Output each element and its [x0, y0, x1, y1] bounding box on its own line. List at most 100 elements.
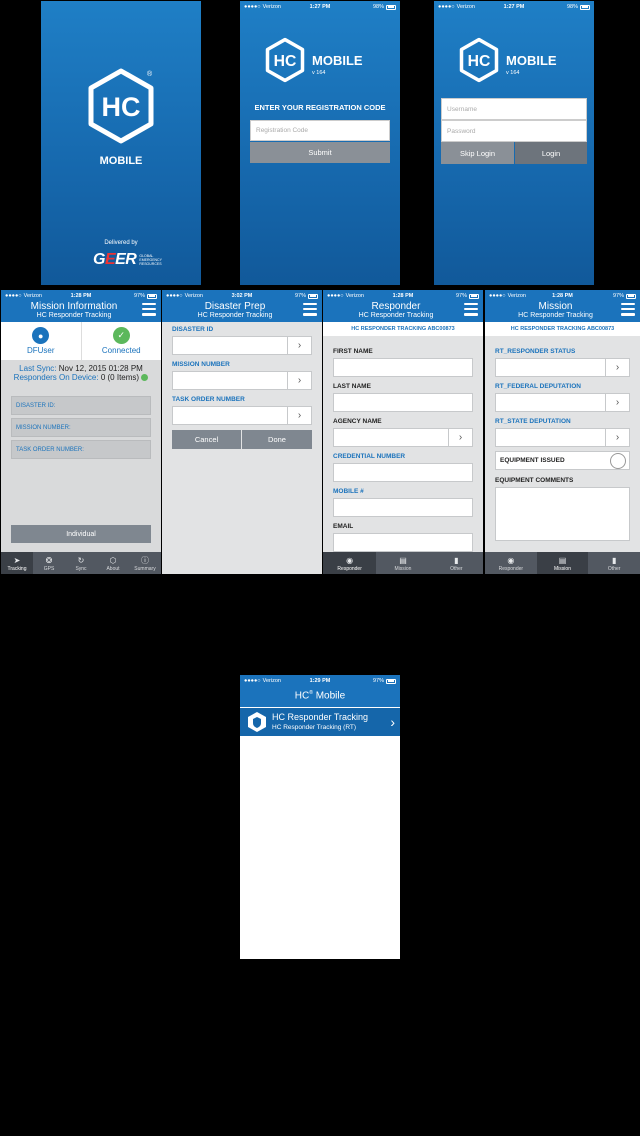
skip-login-button[interactable]: Skip Login — [441, 142, 514, 164]
info-icon: ⓘ — [141, 556, 149, 565]
disaster-id-field[interactable]: › — [172, 336, 312, 355]
connection-status: ✓ Connected — [80, 322, 162, 360]
tab-bar: ◉ Responder ▤ Mission ▮ Other — [323, 552, 483, 574]
submit-button[interactable]: Submit — [250, 142, 390, 163]
app-name: MOBILE — [312, 53, 363, 68]
last-sync-label: Last Sync: — [19, 364, 57, 373]
tab-about[interactable]: ⬡ About — [97, 552, 129, 574]
tab-responder[interactable]: ◉ Responder — [323, 552, 377, 574]
carrier-label: Verizon — [345, 293, 364, 299]
hamburger-menu-icon[interactable] — [142, 303, 156, 317]
registration-code-input[interactable]: Registration Code — [250, 120, 390, 141]
equipment-issued-label: EQUIPMENT ISSUED — [500, 457, 565, 464]
mission-number-row: MISSION NUMBER: — [11, 418, 151, 437]
gear-subtitle: GLOBAL EMERGENCY RESOURCES — [139, 254, 162, 266]
mobile-label: MOBILE # — [333, 488, 364, 495]
mobile-field[interactable] — [333, 498, 473, 517]
mission-number-field[interactable]: › — [172, 371, 312, 390]
tab-sync[interactable]: ↻ Sync — [65, 552, 97, 574]
battery-percent: 98% — [566, 4, 578, 10]
tab-mission[interactable]: ▤ Mission — [536, 552, 589, 574]
battery-percent: 97% — [133, 293, 145, 299]
first-name-label: FIRST NAME — [333, 348, 373, 355]
tab-other[interactable]: ▮ Other — [588, 552, 640, 574]
chevron-right-icon[interactable]: › — [605, 394, 629, 411]
page-subtitle: HC Responder Tracking — [358, 312, 434, 319]
last-sync-value: Nov 12, 2015 01:28 PM — [58, 364, 143, 373]
page-title: Mission — [538, 301, 573, 312]
page-title: Mission Information — [30, 301, 118, 312]
password-input[interactable]: Password — [441, 120, 587, 142]
state-deputation-field[interactable]: › — [495, 428, 630, 447]
tab-tracking[interactable]: ➤ Tracking — [1, 552, 33, 574]
login-button[interactable]: Login — [515, 142, 587, 164]
mission-number-label: MISSION NUMBER — [172, 361, 230, 368]
equipment-issued-toggle[interactable] — [610, 453, 626, 469]
user-status[interactable]: ● DFUser — [1, 322, 81, 360]
individual-button[interactable]: Individual — [11, 525, 151, 543]
federal-deputation-field[interactable]: › — [495, 393, 630, 412]
tab-summary[interactable]: ⓘ Summary — [129, 552, 161, 574]
hamburger-menu-icon[interactable] — [464, 303, 478, 317]
page-subtitle: HC Responder Tracking — [518, 312, 593, 319]
last-name-label: LAST NAME — [333, 383, 371, 390]
battery-icon — [386, 678, 396, 684]
responder-status-label: RT_RESPONDER STATUS — [495, 348, 576, 355]
splash-screen: HC ® MOBILE Delivered by GEER GLOBAL EME… — [41, 1, 201, 285]
chevron-right-icon[interactable]: › — [287, 407, 311, 424]
task-order-number-field[interactable]: › — [172, 406, 312, 425]
responders-line: Responders On Device: 0 (0 Items) — [1, 373, 161, 382]
battery-percent: 97% — [372, 678, 384, 684]
hamburger-menu-icon[interactable] — [621, 303, 635, 317]
equipment-comments-textarea[interactable] — [495, 487, 630, 541]
document-icon: ▮ — [454, 556, 459, 565]
mission-id-strip: HC RESPONDER TRACKING ABC00873 — [485, 322, 640, 336]
first-name-field[interactable] — [333, 358, 473, 377]
chevron-right-icon[interactable]: › — [448, 429, 472, 446]
chevron-right-icon[interactable]: › — [287, 372, 311, 389]
user-name: DFUser — [26, 346, 55, 355]
login-screen: ●●●●○ Verizon 1:27 PM 98% HC MOBILE v 164… — [434, 1, 594, 285]
hc-logo-icon: HC — [459, 37, 499, 83]
nav-header: ●●●●○ Verizon 1:29 PM 97% HC® Mobile — [240, 675, 400, 707]
tab-responder[interactable]: ◉ Responder — [485, 552, 537, 574]
delivered-by-label: Delivered by — [104, 240, 138, 246]
email-label: EMAIL — [333, 523, 354, 530]
status-bar: ●●●●○ Verizon 1:27 PM 98% — [434, 1, 594, 13]
gear-logo: GEER GLOBAL EMERGENCY RESOURCES — [93, 251, 163, 269]
carrier-label: Verizon — [184, 293, 203, 299]
version-label: v 164 — [506, 70, 520, 76]
tab-mission[interactable]: ▤ Mission — [376, 552, 429, 574]
battery-icon — [386, 4, 396, 10]
cancel-button[interactable]: Cancel — [172, 430, 241, 449]
list-item-responder-tracking[interactable]: HC Responder Tracking HC Responder Track… — [240, 708, 400, 736]
chevron-right-icon[interactable]: › — [605, 429, 629, 446]
task-order-number-row: TASK ORDER NUMBER: — [11, 440, 151, 459]
responder-status-field[interactable]: › — [495, 358, 630, 377]
carrier-label: Verizon — [456, 4, 475, 10]
tab-label: Other — [607, 566, 621, 572]
tab-other[interactable]: ▮ Other — [430, 552, 483, 574]
sync-icon: ↻ — [77, 556, 85, 565]
hamburger-menu-icon[interactable] — [303, 303, 317, 317]
chevron-right-icon[interactable]: › — [605, 359, 629, 376]
chevron-right-icon[interactable]: › — [287, 337, 311, 354]
username-input[interactable]: Username — [441, 98, 587, 120]
agency-name-field[interactable]: › — [333, 428, 473, 447]
page-subtitle: HC Responder Tracking — [197, 312, 273, 319]
battery-icon — [469, 293, 479, 299]
carrier-label: Verizon — [23, 293, 42, 299]
page-title: Responder — [371, 301, 421, 312]
equipment-comments-label: EQUIPMENT COMMENTS — [495, 477, 574, 484]
page-title: HC® Mobile — [240, 690, 400, 701]
status-panel: ● DFUser ✓ Connected — [1, 322, 161, 360]
tab-label: Responder — [498, 566, 524, 572]
credential-number-field[interactable] — [333, 463, 473, 482]
agency-name-label: AGENCY NAME — [333, 418, 382, 425]
done-button[interactable]: Done — [242, 430, 312, 449]
tab-gps[interactable]: ❂ GPS — [33, 552, 65, 574]
last-name-field[interactable] — [333, 393, 473, 412]
last-sync-line: Last Sync: Nov 12, 2015 01:28 PM — [1, 364, 161, 373]
email-field[interactable] — [333, 533, 473, 552]
check-icon: ✓ — [112, 327, 130, 344]
